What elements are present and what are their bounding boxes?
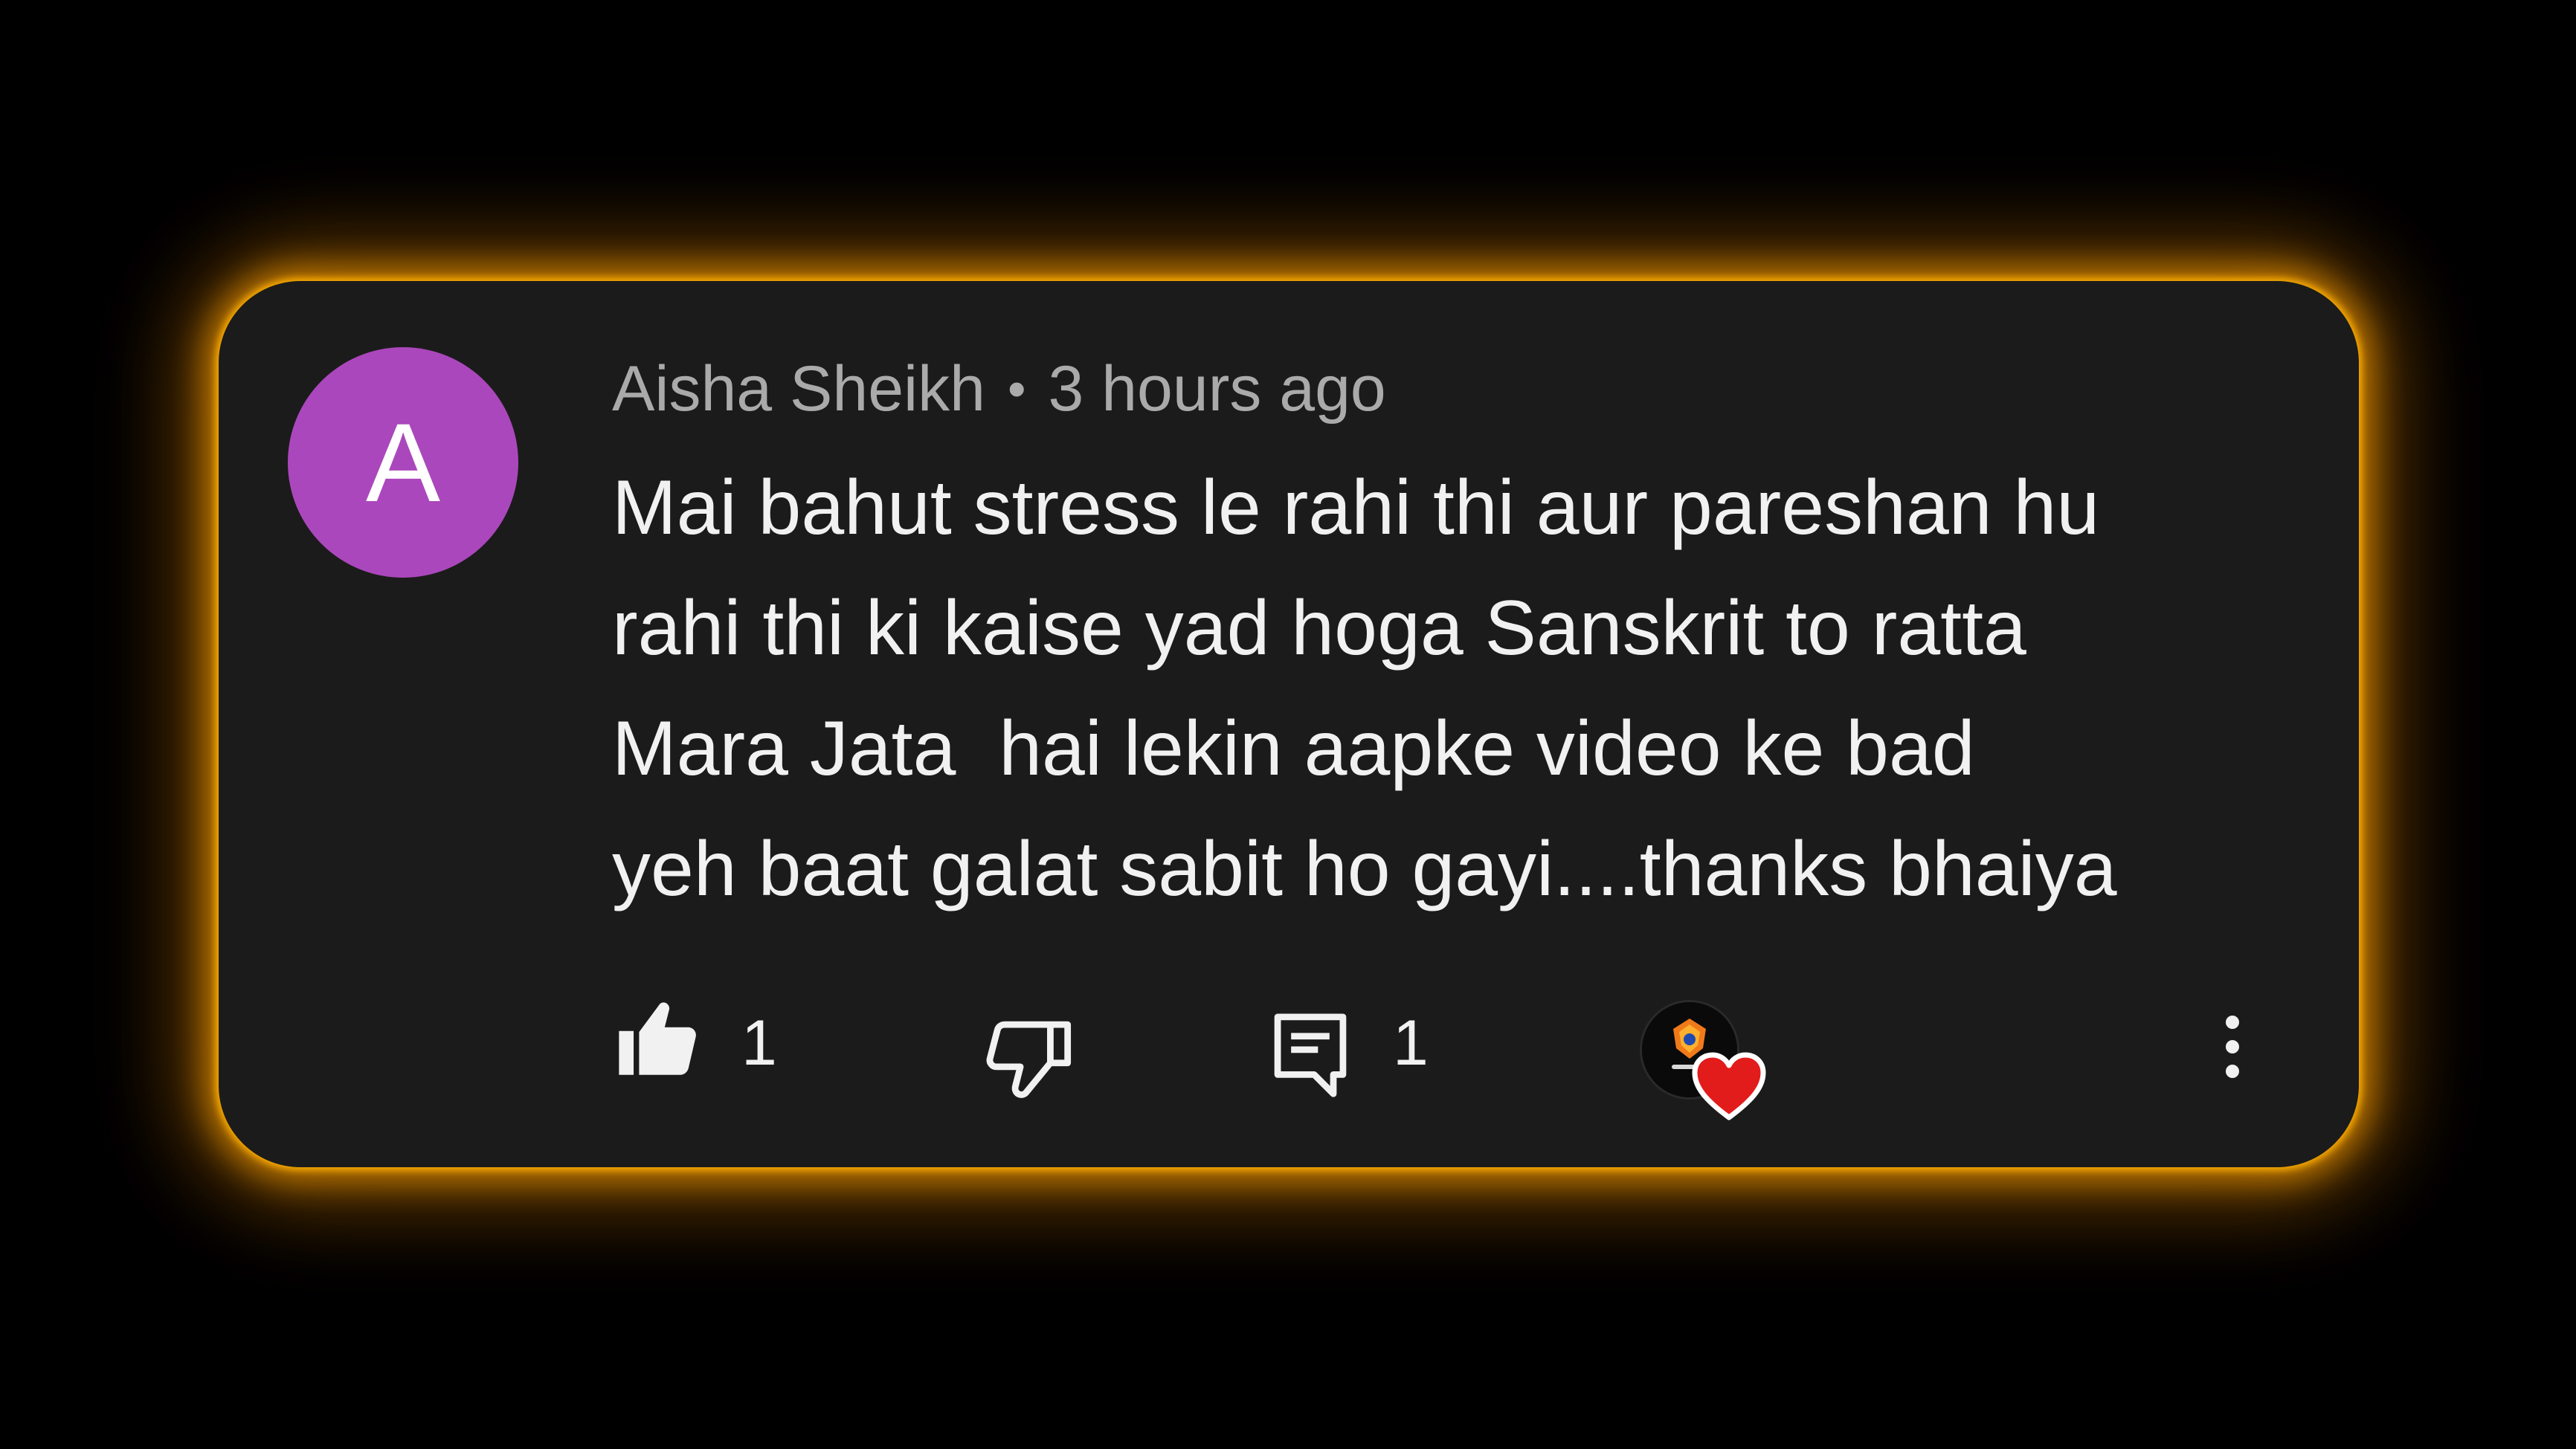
like-button[interactable] — [614, 996, 701, 1084]
stage: A Aisha Sheikh • 3 hours ago Mai bahut s… — [0, 0, 2576, 1449]
dislike-button[interactable] — [983, 1011, 1075, 1103]
comment-line: yeh baat galat sabit ho gayi....thanks b… — [612, 826, 2117, 912]
reply-count: 1 — [1393, 1007, 1429, 1079]
heart-icon — [1692, 1052, 1766, 1120]
comment-time[interactable]: 3 hours ago — [1049, 352, 1386, 426]
avatar-letter: A — [365, 400, 441, 525]
comment-line: Mai bahut stress le rahi thi aur paresha… — [612, 465, 2100, 551]
meta-separator: • — [1007, 360, 1026, 418]
comment-line: rahi thi ki kaise yad hoga Sanskrit to r… — [612, 585, 2026, 671]
comment-header: Aisha Sheikh • 3 hours ago — [612, 348, 1386, 430]
more-button[interactable] — [2210, 1011, 2255, 1085]
like-count: 1 — [741, 1007, 777, 1079]
reply-comment-icon — [1274, 1013, 1347, 1097]
comment-text: Mai bahut stress le rahi thi aur paresha… — [612, 448, 2278, 929]
creator-heart — [1640, 1000, 1766, 1126]
thumbs-down-icon — [986, 1021, 1072, 1098]
reply-button[interactable] — [1272, 1007, 1349, 1100]
author-name[interactable]: Aisha Sheikh — [612, 352, 985, 426]
user-avatar[interactable]: A — [288, 347, 518, 578]
more-vertical-icon — [2226, 1016, 2239, 1078]
thumbs-up-icon — [619, 1002, 696, 1075]
comment-line: Mara Jata hai lekin aapke video ke bad — [612, 706, 1975, 792]
